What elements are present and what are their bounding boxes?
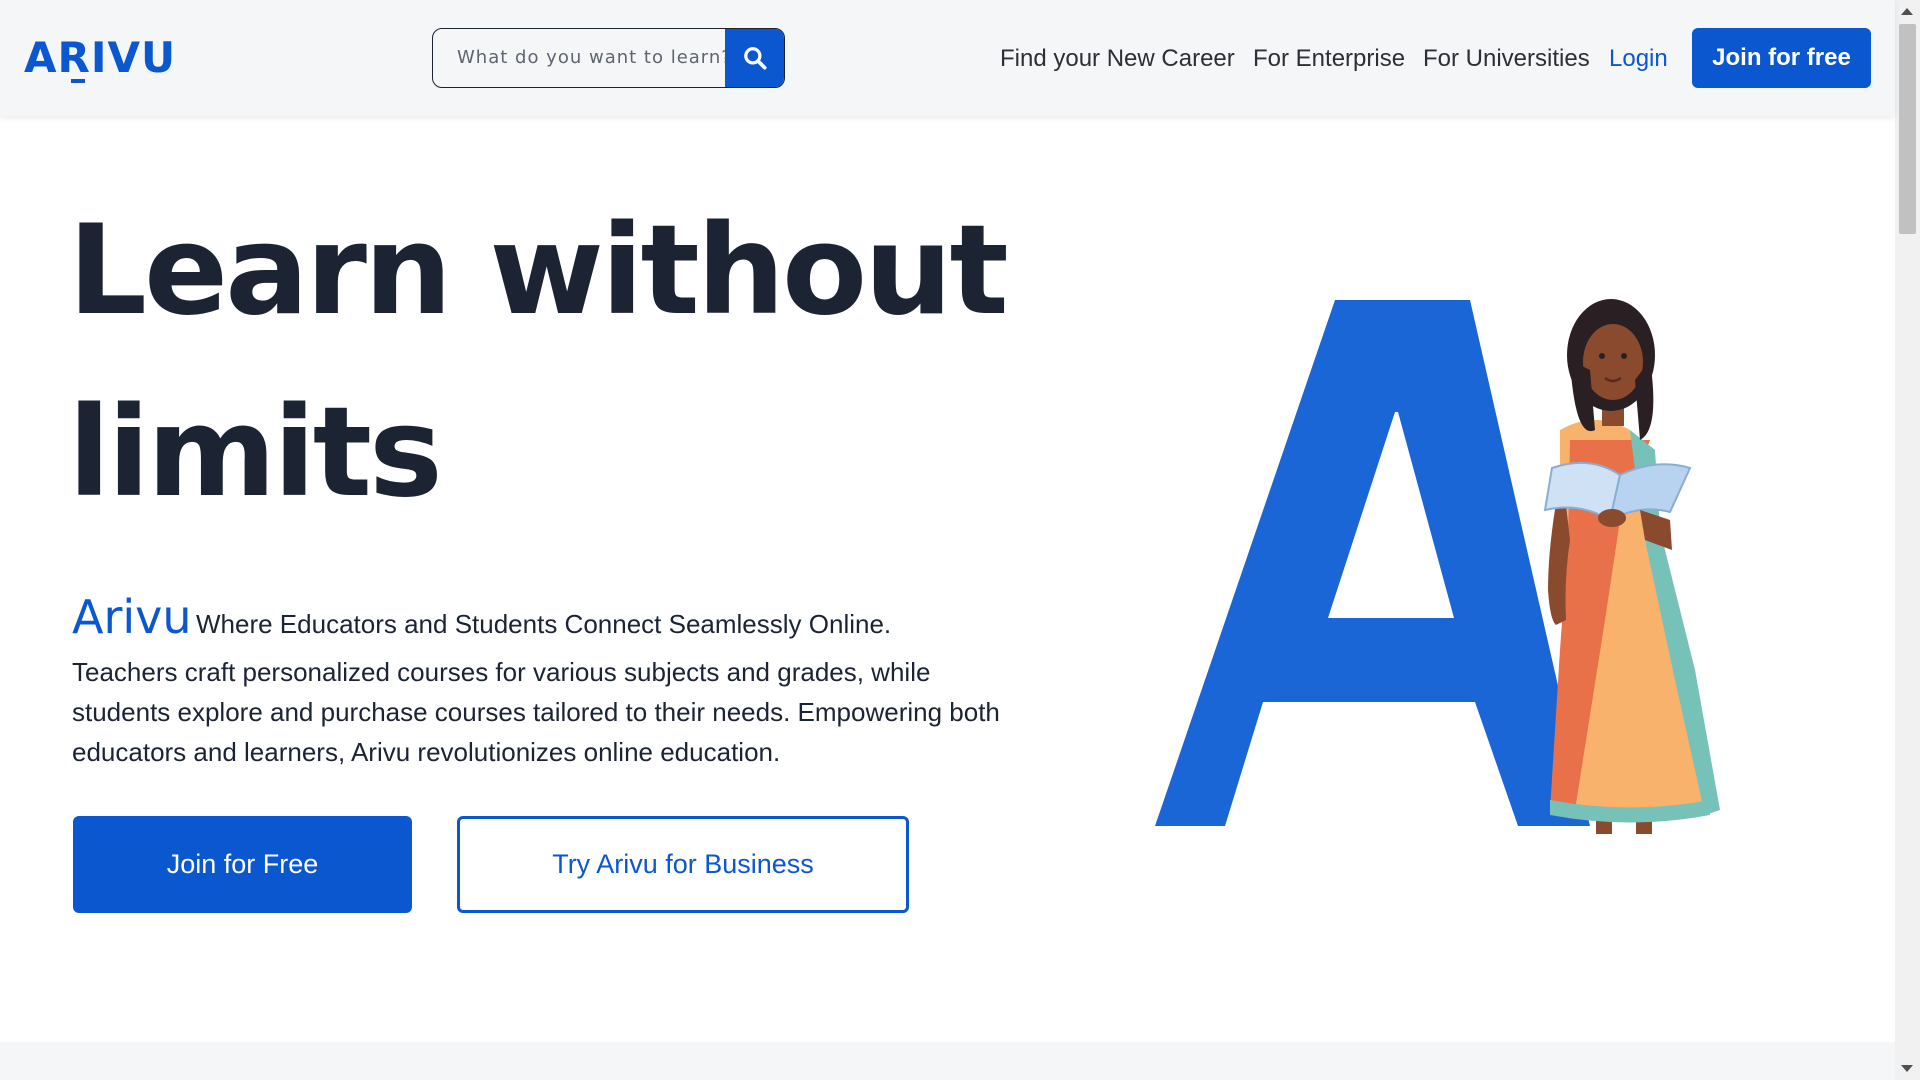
join-for-free-button[interactable]: Join for free (1692, 28, 1871, 88)
brand-word: Arivu (72, 590, 192, 644)
join-free-cta-button[interactable]: Join for Free (73, 816, 412, 913)
hero-tagline: Arivu Where Educators and Students Conne… (72, 590, 1032, 644)
nav-for-universities[interactable]: For Universities (1423, 42, 1590, 76)
hero-title-line2: limits (68, 381, 443, 525)
page-scrollbar[interactable] (1895, 0, 1920, 1080)
scrollbar-thumb[interactable] (1899, 24, 1916, 234)
search-input[interactable] (433, 29, 727, 86)
next-section-band (0, 1042, 1895, 1080)
arivu-logo[interactable]: ARIVU (24, 33, 176, 83)
hero-title: Learn without limits (68, 180, 1068, 544)
logo-underline-mark (71, 79, 85, 83)
nav-find-career[interactable]: Find your New Career (1000, 42, 1235, 76)
nav-login[interactable]: Login (1609, 42, 1668, 76)
letter-a-woman-reading-icon (1155, 299, 1720, 834)
search-button[interactable] (725, 29, 784, 87)
logo-text: ARIVU (24, 33, 177, 82)
nav-for-enterprise[interactable]: For Enterprise (1253, 42, 1405, 76)
search-bar (432, 28, 785, 88)
try-business-button[interactable]: Try Arivu for Business (457, 816, 909, 913)
scroll-up-icon[interactable] (1901, 8, 1913, 15)
scroll-down-icon[interactable] (1901, 1065, 1913, 1072)
hero-description: Teachers craft personalized courses for … (72, 657, 1000, 767)
search-icon (744, 47, 767, 70)
top-navbar: ARIVU Find your New Career For Enterpris… (0, 0, 1895, 116)
hero-title-line1: Learn without (68, 199, 1009, 343)
hero-illustration (1150, 290, 1750, 850)
tagline-text: Where Educators and Students Connect Sea… (196, 609, 892, 639)
